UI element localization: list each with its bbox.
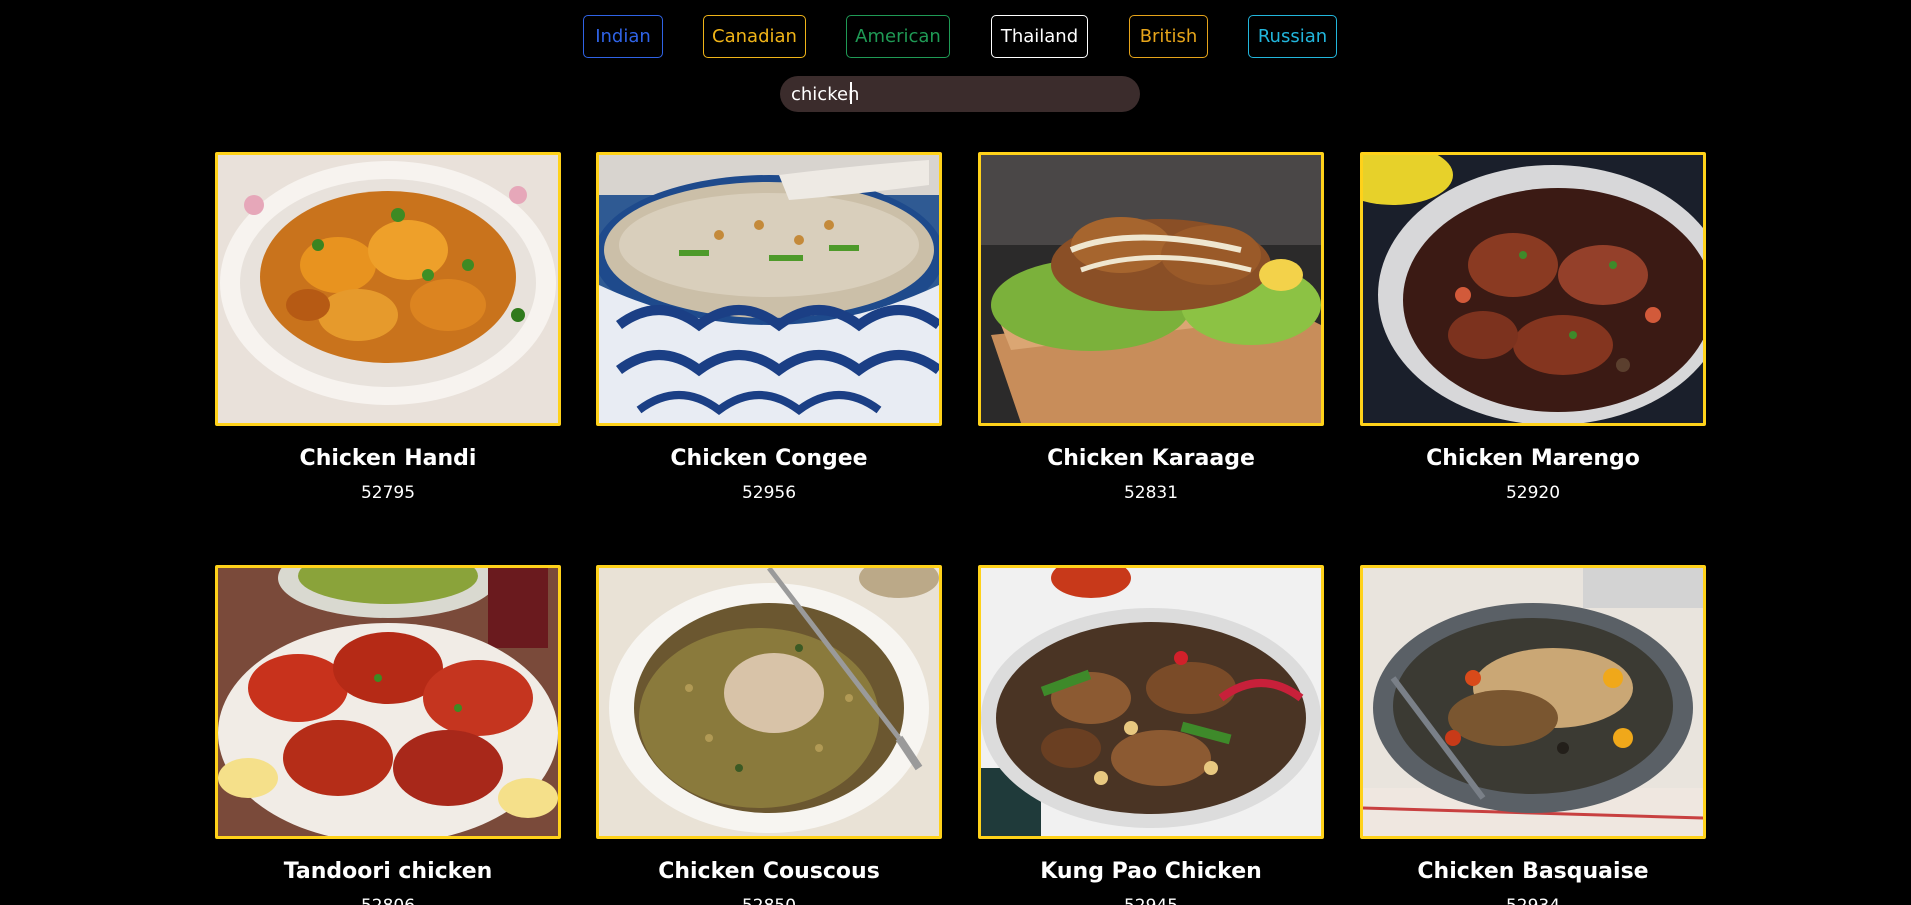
meal-title: Chicken Karaage — [1047, 446, 1255, 471]
meal-card[interactable]: Chicken Couscous 52850 — [596, 565, 942, 905]
meal-id: 52831 — [1123, 483, 1179, 503]
meal-card[interactable]: Tandoori chicken 52806 — [215, 565, 561, 905]
meal-image[interactable] — [978, 152, 1324, 426]
meal-card[interactable]: Chicken Congee 52956 — [596, 152, 942, 504]
meal-id: 52956 — [741, 483, 797, 503]
meal-image[interactable] — [215, 152, 561, 426]
page: Indian Canadian American Thailand Britis… — [0, 0, 1911, 905]
meal-image[interactable] — [596, 565, 942, 839]
meal-title: Chicken Marengo — [1426, 446, 1640, 471]
meal-id: 52934 — [1360, 895, 1706, 905]
meal-title: Chicken Congee — [670, 446, 868, 471]
meal-title: Kung Pao Chicken — [1040, 859, 1262, 884]
meal-card[interactable]: Chicken Karaage 52831 — [978, 152, 1324, 504]
filter-button-indian[interactable]: Indian — [583, 15, 663, 58]
meal-card[interactable]: Chicken Handi 52795 — [215, 152, 561, 504]
filter-button-thailand[interactable]: Thailand — [991, 15, 1088, 58]
text-caret — [850, 82, 852, 104]
filter-button-canadian[interactable]: Canadian — [703, 15, 806, 58]
meal-id: 52920 — [1505, 483, 1561, 503]
meal-card[interactable]: Chicken Basquaise 52934 — [1360, 565, 1706, 905]
meal-card[interactable]: Kung Pao Chicken 52945 — [978, 565, 1324, 905]
meal-title: Chicken Couscous — [658, 859, 880, 884]
meal-image[interactable] — [215, 565, 561, 839]
meal-id: 52945 — [978, 895, 1324, 905]
meal-card[interactable]: Chicken Marengo 52920 — [1360, 152, 1706, 504]
meal-title: Tandoori chicken — [283, 859, 493, 884]
search-input[interactable] — [780, 76, 1140, 112]
filter-button-british[interactable]: British — [1129, 15, 1208, 58]
meal-image[interactable] — [1360, 152, 1706, 426]
filter-button-american[interactable]: American — [846, 15, 950, 58]
meal-id: 52806 — [215, 895, 561, 905]
meal-title: Chicken Basquaise — [1417, 859, 1649, 884]
meal-image[interactable] — [1360, 565, 1706, 839]
meal-image[interactable] — [978, 565, 1324, 839]
meal-image[interactable] — [596, 152, 942, 426]
filter-button-russian[interactable]: Russian — [1248, 15, 1337, 58]
meal-id: 52795 — [360, 483, 416, 503]
meal-title: Chicken Handi — [299, 446, 477, 471]
meal-id: 52850 — [596, 895, 942, 905]
cuisine-filter-bar: Indian Canadian American Thailand Britis… — [0, 15, 1911, 58]
